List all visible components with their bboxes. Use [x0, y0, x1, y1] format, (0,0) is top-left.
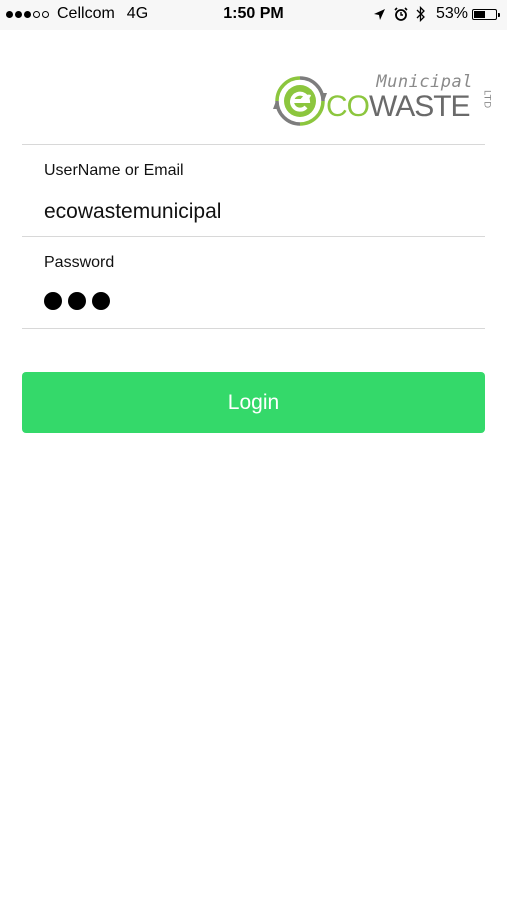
divider	[22, 144, 485, 145]
location-arrow-icon	[373, 8, 386, 21]
password-mask-dot	[68, 292, 86, 310]
recycle-e-icon	[273, 76, 327, 126]
username-label: UserName or Email	[44, 162, 184, 179]
password-input[interactable]	[44, 292, 116, 310]
password-mask-dot	[92, 292, 110, 310]
logo-co-text: CO	[326, 90, 370, 123]
battery-icon	[472, 8, 500, 20]
battery-fill	[474, 10, 486, 18]
logo-wordmark: CO WASTE LTD	[326, 90, 502, 122]
status-bar: Cellcom 4G 1:50 PM 53%	[0, 0, 507, 30]
divider	[22, 328, 485, 329]
alarm-icon	[394, 7, 408, 21]
password-mask-dot	[44, 292, 62, 310]
logo-waste-text: WASTE	[369, 90, 471, 123]
login-button[interactable]: Login	[22, 372, 485, 433]
ecowaste-logo: Municipal CO WASTE LTD	[273, 72, 492, 134]
divider	[22, 236, 485, 237]
logo-municipal-text: Municipal	[376, 72, 473, 92]
bluetooth-icon	[416, 6, 426, 22]
password-label: Password	[44, 254, 115, 271]
battery-percent: 53%	[435, 5, 468, 22]
status-right: 53%	[365, 5, 500, 23]
username-input[interactable]: ecowastemunicipal	[44, 200, 221, 224]
logo-suffix-text: LTD	[481, 90, 492, 110]
